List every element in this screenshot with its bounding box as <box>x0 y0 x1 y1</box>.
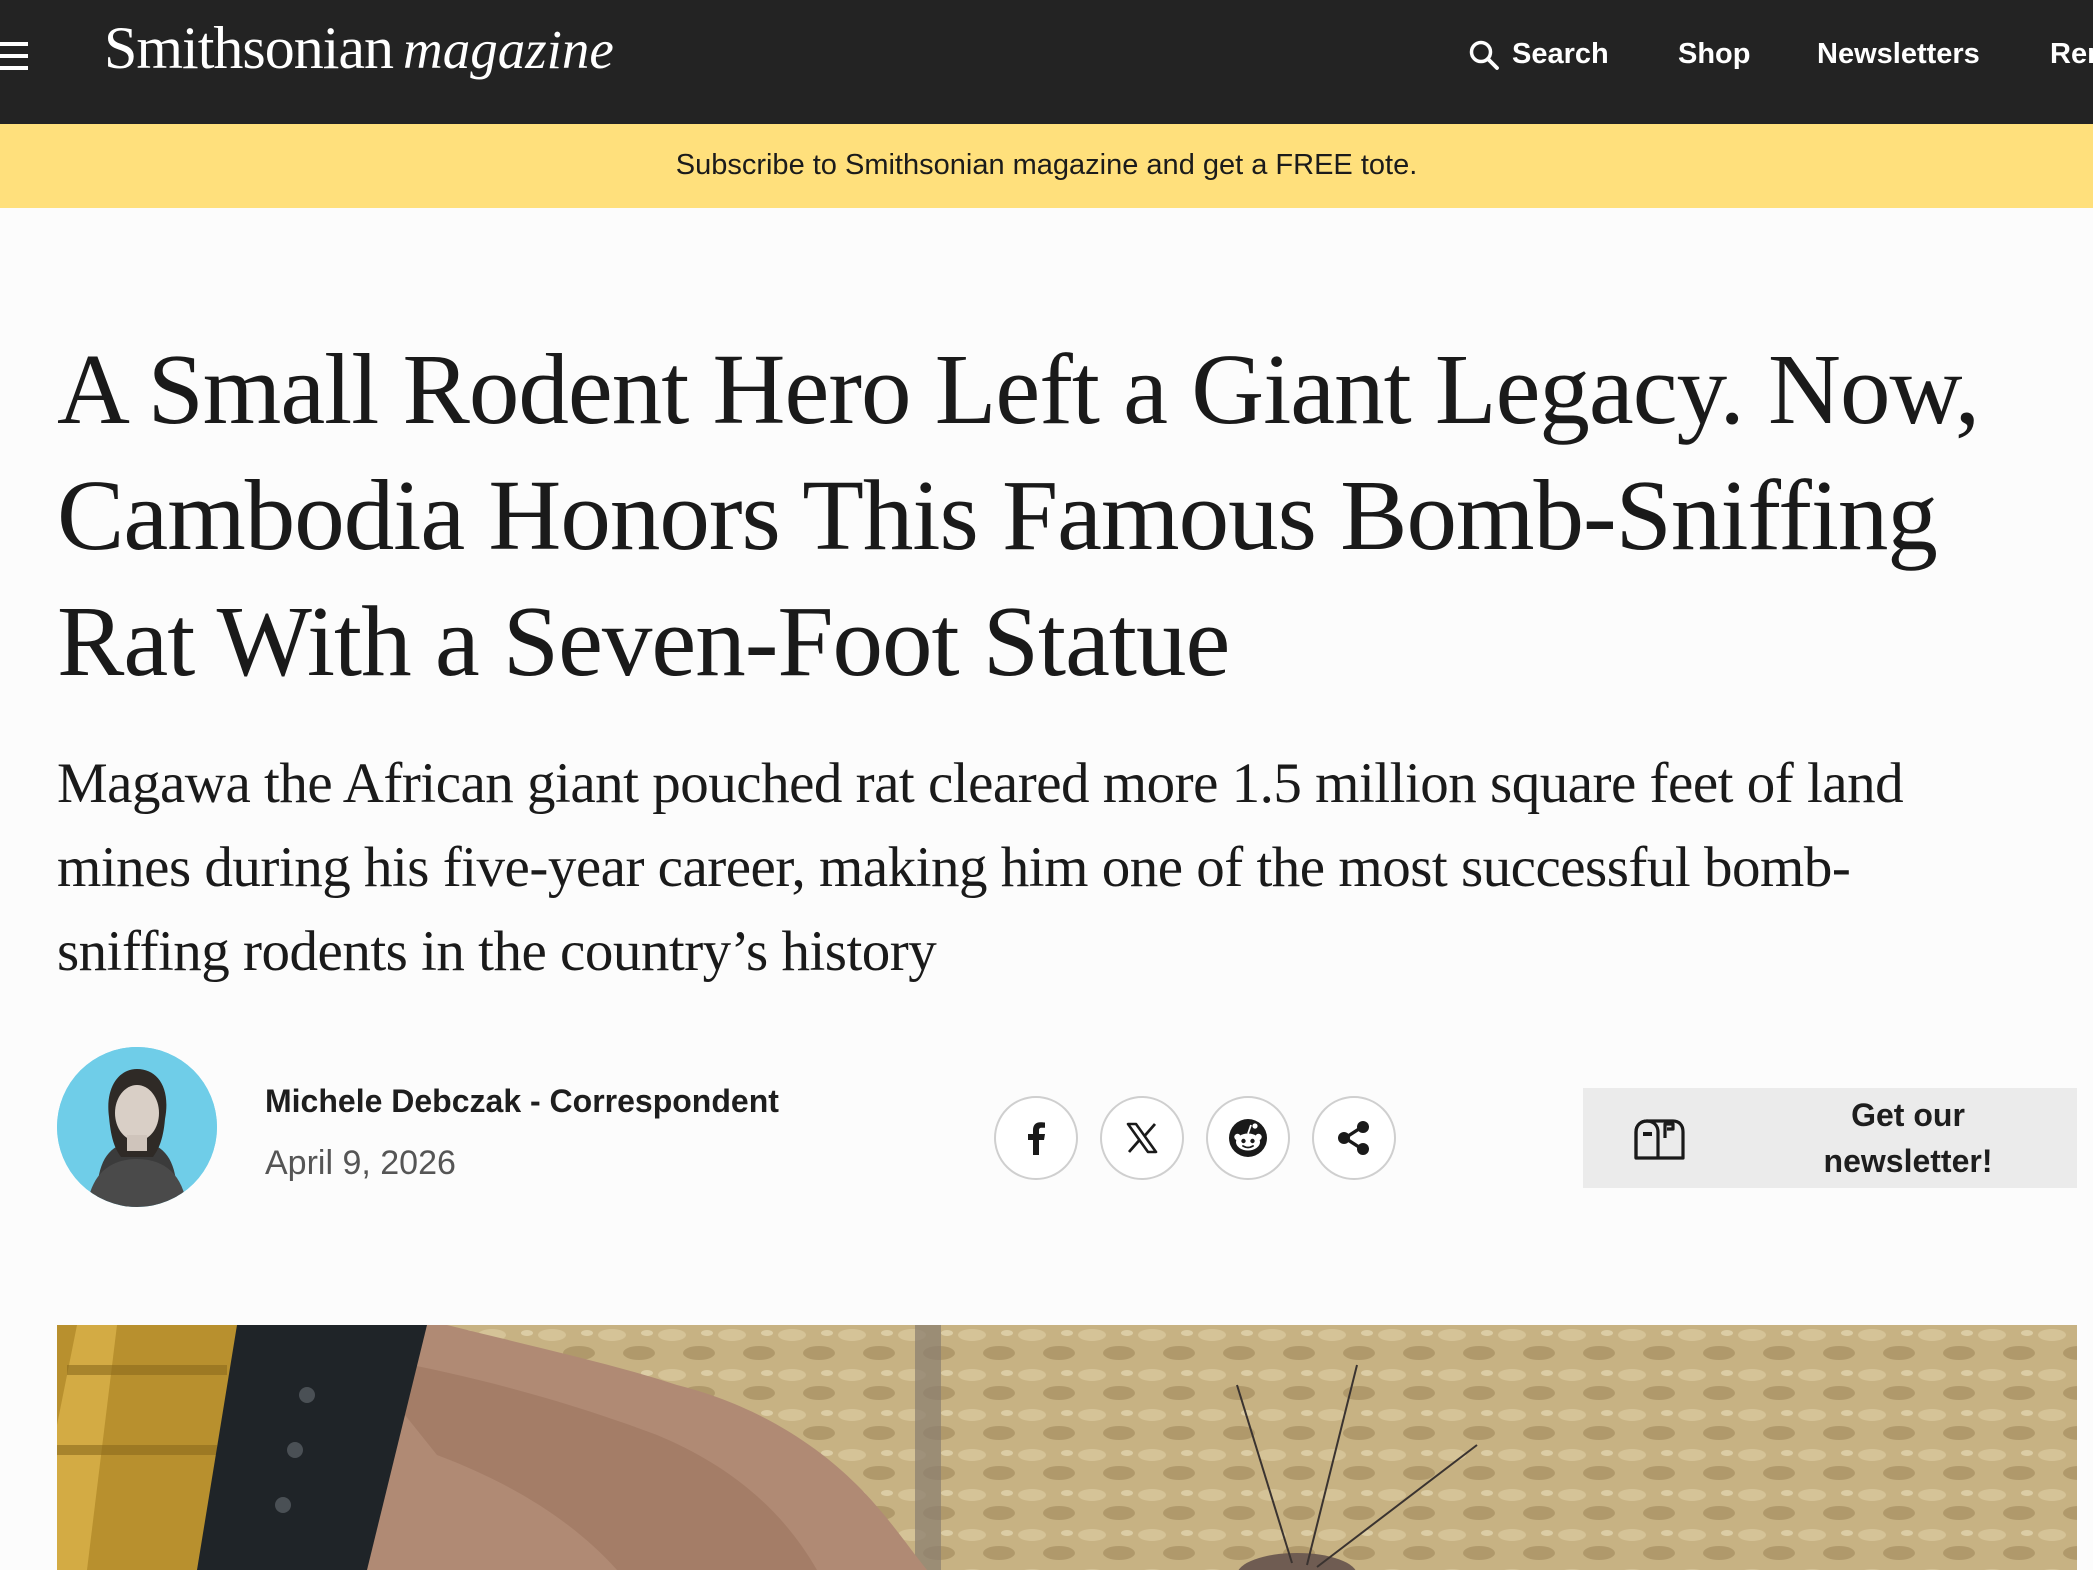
x-icon <box>1126 1122 1158 1154</box>
search-icon <box>1469 40 1499 70</box>
author-portrait-icon <box>57 1047 217 1207</box>
logo-sub-text: magazine <box>403 19 614 80</box>
promo-text: Subscribe to Smithsonian magazine and ge… <box>675 149 1418 181</box>
newsletter-label-line1: Get our <box>1851 1097 1965 1133</box>
nav-newsletters-link[interactable]: Newsletters <box>1817 38 1980 71</box>
nav-shop-link[interactable]: Shop <box>1678 38 1751 71</box>
menu-icon[interactable] <box>0 42 28 72</box>
hero-photo-icon <box>57 1325 2077 1570</box>
dek-line: Magawa the African giant pouched rat cle… <box>57 752 1904 815</box>
share-reddit-button[interactable] <box>1206 1096 1290 1180</box>
nav-search-label: Search <box>1512 38 1609 70</box>
promo-banner: Subscribe to Smithsonian magazine and ge… <box>0 124 2093 208</box>
newsletter-label-line2: newsletter! <box>1823 1143 1993 1179</box>
hero-image <box>57 1325 2077 1570</box>
nav-search-link[interactable]: Search <box>1468 38 1609 71</box>
headline-line: A Small Rodent Hero Left a Giant Legacy.… <box>57 333 1980 445</box>
logo-main-text: Smithsonian <box>104 15 394 81</box>
share-more-button[interactable] <box>1312 1096 1396 1180</box>
mailbox-icon <box>1634 1119 1685 1160</box>
author-name-link[interactable]: Michele Debczak - Correspondent <box>265 1083 779 1120</box>
article-dek: Magawa the African giant pouched rat cle… <box>57 742 2057 994</box>
share-icon <box>1338 1121 1369 1155</box>
article-headline: A Small Rodent Hero Left a Giant Legacy.… <box>57 326 2057 704</box>
promo-subscribe-link[interactable]: Subscribe to Smithsonian magazine and ge… <box>0 149 2093 182</box>
dek-line: sniffing rodents in the country’s histor… <box>57 920 937 983</box>
author-avatar[interactable] <box>57 1047 217 1207</box>
publish-date: April 9, 2026 <box>265 1144 456 1182</box>
site-logo[interactable]: Smithsonian magazine <box>104 14 614 83</box>
facebook-icon <box>1028 1122 1045 1155</box>
share-x-button[interactable] <box>1100 1096 1184 1180</box>
headline-line: Rat With a Seven-Foot Statue <box>57 585 1230 697</box>
newsletter-label: Get our newsletter! <box>1763 1092 2053 1184</box>
reddit-icon <box>1229 1119 1267 1157</box>
nav-renew-link[interactable]: Ren <box>2050 38 2093 71</box>
top-nav-bar: Smithsonian magazine Search Shop Newslett… <box>0 0 2093 124</box>
dek-line: mines during his five-year career, makin… <box>57 836 1851 899</box>
share-facebook-button[interactable] <box>994 1096 1078 1180</box>
newsletter-signup-button[interactable]: Get our newsletter! <box>1583 1088 2077 1188</box>
headline-line: Cambodia Honors This Famous Bomb-Sniffin… <box>57 459 1938 571</box>
